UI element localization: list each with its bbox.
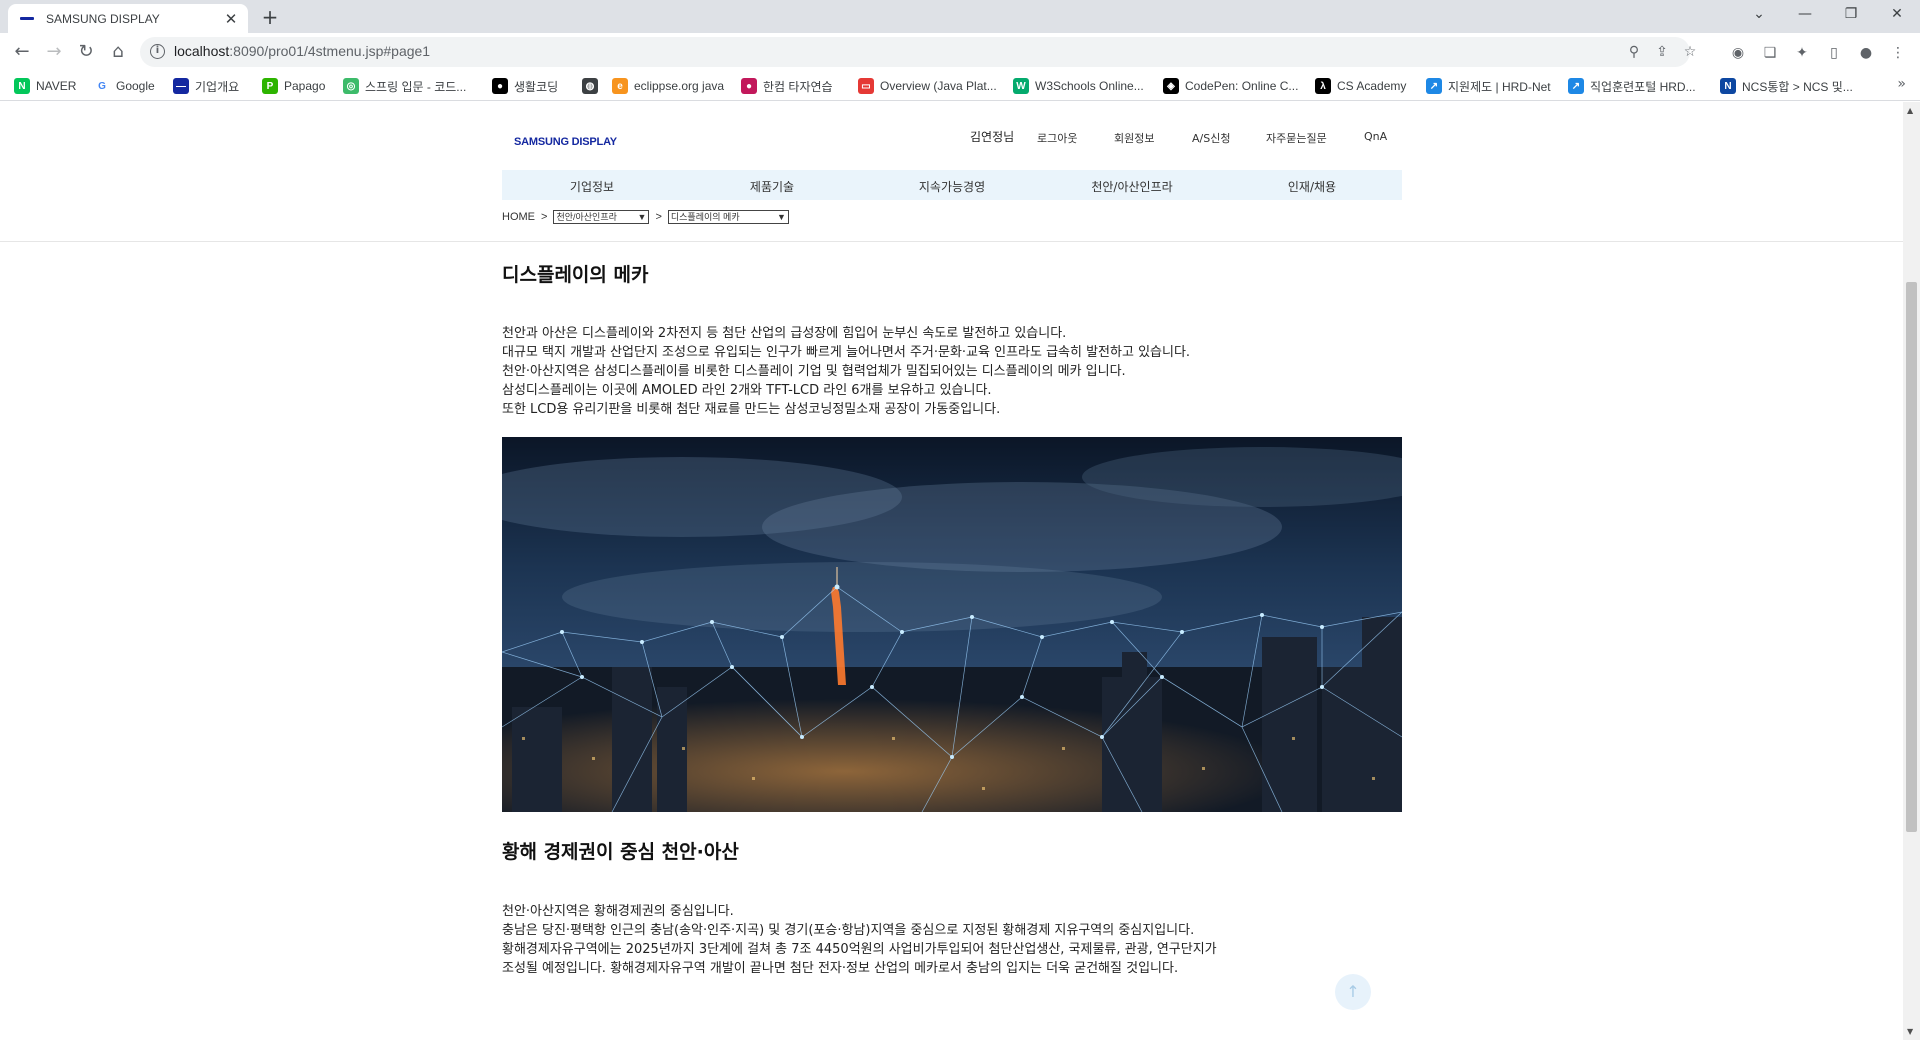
back-button[interactable]: ← [8,39,36,67]
bookmark-favicon-icon: ▭ [858,78,874,94]
side-panel-icon[interactable]: ▯ [1824,43,1844,63]
bookmark-label: Overview (Java Plat... [880,79,997,93]
bookmark-label: Google [116,79,155,93]
restore-button[interactable]: ❐ [1828,0,1874,30]
bookmark-item[interactable]: N NCS통합 > NCS 및... [1720,77,1853,95]
bookmarks-bar: » N NAVER G Google — 기업개요 P Papago ◎ 스프링 입문 - 코드.… [0,71,1920,101]
bookmark-favicon-icon: N [14,78,30,94]
bookmark-favicon-icon: G [94,78,110,94]
address-bar[interactable]: i localhost:8090/pro01/4stmenu.jsp#page1… [140,37,1696,67]
bookmark-label: 지원제도 | HRD-Net [1448,79,1551,94]
bookmark-label: W3Schools Online... [1035,79,1144,93]
extensions-puzzle-icon[interactable]: ✦ [1792,43,1812,63]
bookmark-label: NAVER [36,79,77,93]
bookmark-item[interactable]: W W3Schools Online... [1013,77,1144,95]
more-bookmarks-icon[interactable]: » [1897,76,1906,92]
bookmark-item[interactable]: ▭ Overview (Java Plat... [858,77,997,95]
bookmark-favicon-icon: λ [1315,78,1331,94]
close-tab-icon[interactable]: ✕ [222,10,240,28]
scroll-down-arrow-icon[interactable]: ▼ [1907,1027,1913,1036]
bookmark-label: 기업개요 [195,79,240,94]
bookmark-favicon-icon: ↗ [1568,78,1584,94]
bookmark-label: eclippse.org java [634,79,725,93]
bookmark-item[interactable]: P Papago [262,77,325,95]
bookmark-favicon-icon: ◈ [1163,78,1179,94]
page-scrollbar[interactable]: ▲ ▼ [1903,102,1920,1040]
section-title-yellow-sea-economy: 황해 경제권이 중심 천안·아산 [502,841,739,863]
page-viewport: SAMSUNG DISPLAY 김연정님 로그아웃 회원정보 A/S신청 자주묻… [0,102,1903,1040]
bookmark-favicon-icon: ◍ [582,78,598,94]
site-info-icon[interactable]: i [150,44,165,59]
bookmark-item[interactable]: ↗ 지원제도 | HRD-Net [1426,77,1551,95]
url-path: :8090/pro01/4stmenu.jsp#page1 [229,43,431,59]
bookmark-label: CS Academy [1337,79,1407,93]
paragraph-line: 황해경제자유구역에는 2025년까지 3단계에 걸쳐 총 7조 4450억원의 … [502,942,1217,957]
bookmark-item[interactable]: N NAVER [14,77,76,95]
city-network-image [502,437,1402,812]
bookmark-item[interactable]: e eclippse.org java [612,77,724,95]
bookmark-favicon-icon: P [262,78,278,94]
section-body-display-mecca: 천안과 아산은 디스플레이와 2차전지 등 첨단 산업의 급성장에 힘입어 눈부… [502,324,1190,419]
samsung-favicon-icon [20,15,36,23]
scroll-up-arrow-icon[interactable]: ▲ [1907,106,1913,115]
paragraph-line: 대규모 택지 개발과 산업단지 조성으로 유입되는 인구가 빠르게 늘어나면서 … [502,345,1191,360]
bookmark-item[interactable]: λ CS Academy [1315,77,1406,95]
bookmark-favicon-icon: ● [492,78,508,94]
extension-globe-icon[interactable]: ◉ [1728,43,1748,63]
browser-toolbar: ← → ↻ ⌂ i localhost:8090/pro01/4stmenu.j… [0,33,1920,71]
url-text[interactable]: localhost:8090/pro01/4stmenu.jsp#page1 [174,43,430,59]
window-close-button[interactable]: ✕ [1874,0,1920,30]
home-button[interactable]: ⌂ [104,39,132,67]
paragraph-line: 조성될 예정입니다. 황해경제자유구역 개발이 끝나면 첨단 전자·정보 산업의… [502,961,1179,976]
bookmark-item[interactable]: G Google [94,77,155,95]
paragraph-line: 천안·아산지역은 삼성디스플레이를 비롯한 디스플레이 기업 및 협력업체가 밀… [502,364,1126,379]
forward-button[interactable]: → [40,39,68,67]
bookmark-item[interactable]: — 기업개요 [173,77,239,95]
section-body-yellow-sea-economy: 천안·아산지역은 황해경제권의 중심입니다. 충남은 당진·평택항 인근의 충남… [502,902,1217,978]
bookmark-label: NCS통합 > NCS 및... [1742,79,1853,94]
bookmark-item[interactable]: ◈ CodePen: Online C... [1163,77,1298,95]
paragraph-line: 또한 LCD용 유리기판을 비롯해 첨단 재료를 만드는 삼성코닝정밀소재 공장… [502,402,1001,417]
bookmark-favicon-icon: W [1013,78,1029,94]
bookmark-label: Papago [284,79,326,93]
bookmark-label: 스프링 입문 - 코드... [365,79,467,94]
bookmark-favicon-icon: — [173,78,189,94]
city-night-illustration [502,437,1402,812]
paragraph-line: 충남은 당진·평택항 인근의 충남(송악·인주·지곡) 및 경기(포승·항남)지… [502,923,1195,938]
new-tab-button[interactable]: + [258,6,282,30]
paragraph-line: 천안과 아산은 디스플레이와 2차전지 등 첨단 산업의 급성장에 힘입어 눈부… [502,326,1067,341]
bookmark-star-icon[interactable]: ☆ [1680,42,1700,62]
scroll-to-top-button[interactable]: ↑ [1335,974,1371,1010]
url-host: localhost [174,43,230,59]
bookmark-favicon-icon: ↗ [1426,78,1442,94]
paragraph-line: 삼성디스플레이는 이곳에 AMOLED 라인 2개와 TFT-LCD 라인 6개… [502,383,992,398]
extension-copy-icon[interactable]: ❏ [1760,43,1780,63]
bookmark-item[interactable]: ● 생활코딩 [492,77,558,95]
profile-avatar-icon[interactable]: ● [1856,43,1876,63]
bookmark-label: CodePen: Online C... [1185,79,1299,93]
bookmark-label: 한컴 타자연습 [763,79,833,94]
bookmark-item[interactable]: ↗ 직업훈련포털 HRD... [1568,77,1696,95]
section-title-display-mecca: 디스플레이의 메카 [502,264,649,286]
bookmark-item[interactable]: ● 한컴 타자연습 [741,77,833,95]
bookmark-item[interactable]: ◍ [582,77,604,95]
minimize-button[interactable]: — [1782,0,1828,30]
bookmark-favicon-icon: ● [741,78,757,94]
scrollbar-thumb[interactable] [1906,282,1917,832]
tab-active[interactable]: SAMSUNG DISPLAY ✕ [8,4,248,33]
tab-search-icon[interactable]: ⌄ [1736,0,1782,30]
bookmark-item[interactable]: ◎ 스프링 입문 - 코드... [343,77,466,95]
tab-title: SAMSUNG DISPLAY [46,11,160,26]
bookmark-label: 생활코딩 [514,79,559,94]
reload-button[interactable]: ↻ [72,39,100,67]
share-icon[interactable]: ⇪ [1652,42,1672,62]
bookmark-favicon-icon: e [612,78,628,94]
menu-kebab-icon[interactable]: ⋮ [1888,43,1908,63]
bookmark-favicon-icon: N [1720,78,1736,94]
bookmark-label: 직업훈련포털 HRD... [1590,79,1696,94]
tab-strip: SAMSUNG DISPLAY ✕ + ⌄ — ❐ ✕ [0,0,1920,33]
bookmark-favicon-icon: ◎ [343,78,359,94]
zoom-icon[interactable]: ⚲ [1624,42,1644,62]
paragraph-line: 천안·아산지역은 황해경제권의 중심입니다. [502,904,734,919]
